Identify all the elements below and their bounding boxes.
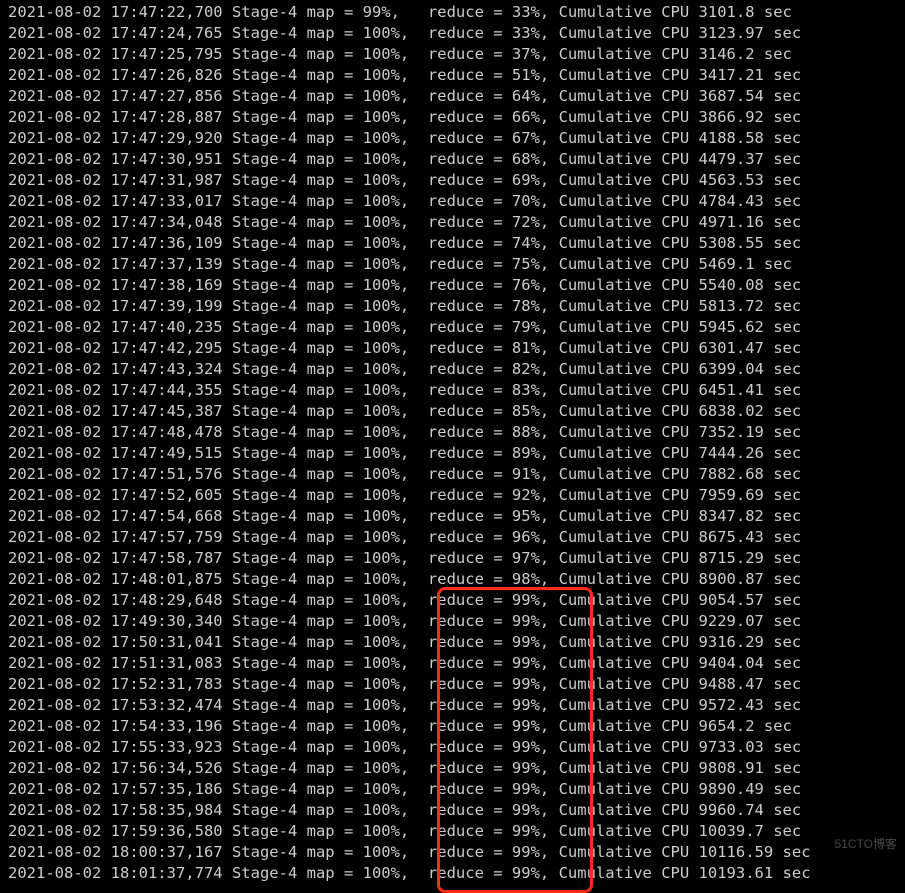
log-line: 2021-08-02 17:47:26,826 Stage-4 map = 10… xyxy=(8,65,897,86)
log-line: 2021-08-02 17:47:43,324 Stage-4 map = 10… xyxy=(8,359,897,380)
log-line: 2021-08-02 17:47:24,765 Stage-4 map = 10… xyxy=(8,23,897,44)
log-line: 2021-08-02 17:47:44,355 Stage-4 map = 10… xyxy=(8,380,897,401)
log-line: 2021-08-02 17:47:29,920 Stage-4 map = 10… xyxy=(8,128,897,149)
log-line: 2021-08-02 17:49:30,340 Stage-4 map = 10… xyxy=(8,611,897,632)
log-line: 2021-08-02 17:54:33,196 Stage-4 map = 10… xyxy=(8,716,897,737)
log-line: 2021-08-02 17:47:28,887 Stage-4 map = 10… xyxy=(8,107,897,128)
log-line: 2021-08-02 17:47:39,199 Stage-4 map = 10… xyxy=(8,296,897,317)
log-line: 2021-08-02 17:47:30,951 Stage-4 map = 10… xyxy=(8,149,897,170)
log-line: 2021-08-02 17:52:31,783 Stage-4 map = 10… xyxy=(8,674,897,695)
log-line: 2021-08-02 17:56:34,526 Stage-4 map = 10… xyxy=(8,758,897,779)
log-line: 2021-08-02 17:47:45,387 Stage-4 map = 10… xyxy=(8,401,897,422)
log-line: 2021-08-02 17:47:33,017 Stage-4 map = 10… xyxy=(8,191,897,212)
log-line: 2021-08-02 17:47:54,668 Stage-4 map = 10… xyxy=(8,506,897,527)
log-line: 2021-08-02 17:55:33,923 Stage-4 map = 10… xyxy=(8,737,897,758)
log-line: 2021-08-02 17:47:31,987 Stage-4 map = 10… xyxy=(8,170,897,191)
log-line: 2021-08-02 17:47:48,478 Stage-4 map = 10… xyxy=(8,422,897,443)
log-line: 2021-08-02 17:47:58,787 Stage-4 map = 10… xyxy=(8,548,897,569)
log-line: 2021-08-02 17:57:35,186 Stage-4 map = 10… xyxy=(8,779,897,800)
log-line: 2021-08-02 17:51:31,083 Stage-4 map = 10… xyxy=(8,653,897,674)
log-line: 2021-08-02 17:47:49,515 Stage-4 map = 10… xyxy=(8,443,897,464)
log-line: 2021-08-02 17:47:22,700 Stage-4 map = 99… xyxy=(8,2,897,23)
log-line: 2021-08-02 18:00:37,167 Stage-4 map = 10… xyxy=(8,842,897,863)
log-line: 2021-08-02 17:47:36,109 Stage-4 map = 10… xyxy=(8,233,897,254)
terminal-output[interactable]: 2021-08-02 17:47:22,700 Stage-4 map = 99… xyxy=(0,0,905,884)
log-line: 2021-08-02 17:47:25,795 Stage-4 map = 10… xyxy=(8,44,897,65)
log-line: 2021-08-02 17:47:52,605 Stage-4 map = 10… xyxy=(8,485,897,506)
log-line: 2021-08-02 17:47:51,576 Stage-4 map = 10… xyxy=(8,464,897,485)
log-line: 2021-08-02 17:53:32,474 Stage-4 map = 10… xyxy=(8,695,897,716)
log-line: 2021-08-02 17:47:37,139 Stage-4 map = 10… xyxy=(8,254,897,275)
log-line: 2021-08-02 18:01:37,774 Stage-4 map = 10… xyxy=(8,863,897,884)
log-line: 2021-08-02 17:47:42,295 Stage-4 map = 10… xyxy=(8,338,897,359)
log-line: 2021-08-02 17:48:29,648 Stage-4 map = 10… xyxy=(8,590,897,611)
log-line: 2021-08-02 17:47:40,235 Stage-4 map = 10… xyxy=(8,317,897,338)
log-line: 2021-08-02 17:59:36,580 Stage-4 map = 10… xyxy=(8,821,897,842)
log-line: 2021-08-02 17:47:27,856 Stage-4 map = 10… xyxy=(8,86,897,107)
log-line: 2021-08-02 17:47:38,169 Stage-4 map = 10… xyxy=(8,275,897,296)
log-line: 2021-08-02 17:50:31,041 Stage-4 map = 10… xyxy=(8,632,897,653)
log-line: 2021-08-02 17:48:01,875 Stage-4 map = 10… xyxy=(8,569,897,590)
log-line: 2021-08-02 17:47:34,048 Stage-4 map = 10… xyxy=(8,212,897,233)
log-line: 2021-08-02 17:58:35,984 Stage-4 map = 10… xyxy=(8,800,897,821)
log-line: 2021-08-02 17:47:57,759 Stage-4 map = 10… xyxy=(8,527,897,548)
